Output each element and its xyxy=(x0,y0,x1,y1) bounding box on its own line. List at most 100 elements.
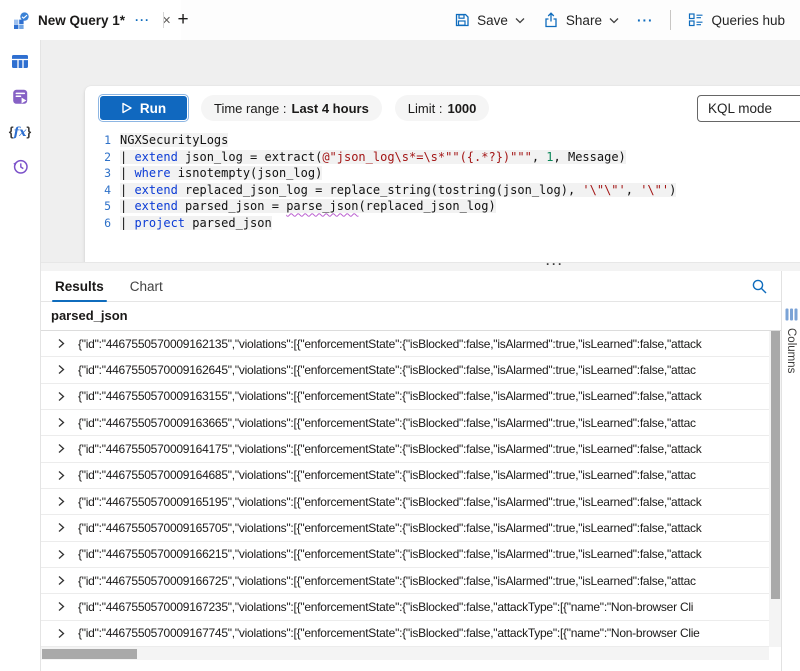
code-token: extend xyxy=(134,150,177,164)
query-grid-icon xyxy=(11,53,29,70)
table-row[interactable]: {"id":"4467550570009162645","violations"… xyxy=(41,357,769,383)
code-token: json_log = extract( xyxy=(178,150,323,164)
sidebar-item-functions[interactable]: {fx} xyxy=(9,121,31,142)
chevron-right-icon[interactable] xyxy=(56,575,66,586)
app-window: New Query 1* ··· ✕ + Save xyxy=(0,0,800,671)
code-line: 2 | extend json_log = extract(@"json_log… xyxy=(85,149,800,166)
queries-hub-icon xyxy=(688,12,704,28)
code-line: 3 | where isnotempty(json_log) xyxy=(85,165,800,182)
code-token: | xyxy=(120,183,134,197)
queries-hub-label: Queries hub xyxy=(711,13,785,28)
share-button[interactable]: Share xyxy=(534,6,628,34)
more-actions-button[interactable]: ··· xyxy=(628,7,663,34)
time-range-value: Last 4 hours xyxy=(292,101,369,116)
save-label: Save xyxy=(477,13,508,28)
code-token: isnotempty(json_log) xyxy=(171,166,323,180)
kql-mode-value: KQL mode xyxy=(708,101,772,116)
functions-icon: {fx} xyxy=(9,124,32,139)
code-line: 5 | extend parsed_json = parse_json(repl… xyxy=(85,198,800,215)
share-icon xyxy=(543,12,559,28)
table-row[interactable]: {"id":"4467550570009162135","violations"… xyxy=(41,331,769,357)
code-token: extend xyxy=(134,183,177,197)
panel-resize-handle[interactable]: ··· xyxy=(41,262,800,271)
table-row[interactable]: {"id":"4467550570009163665","violations"… xyxy=(41,410,769,436)
sidebar-item-history[interactable] xyxy=(9,156,31,177)
table-row[interactable]: {"id":"4467550570009167745","violations"… xyxy=(41,621,769,647)
results-rows: {"id":"4467550570009162135","violations"… xyxy=(41,331,769,647)
history-icon xyxy=(11,157,30,176)
code-token: | xyxy=(120,216,134,230)
code-token: extend xyxy=(134,199,177,213)
row-json-text: {"id":"4467550570009163155","violations"… xyxy=(78,389,702,403)
line-number: 5 xyxy=(85,199,111,213)
columns-panel-button[interactable]: Columns xyxy=(781,271,800,671)
code-text: | where isnotempty(json_log) xyxy=(120,166,322,180)
code-text: | extend parsed_json = parse_json(replac… xyxy=(120,199,496,213)
row-json-text: {"id":"4467550570009163665","violations"… xyxy=(78,416,696,430)
table-row[interactable]: {"id":"4467550570009165195","violations"… xyxy=(41,489,769,515)
limit-value: 1000 xyxy=(447,101,476,116)
code-token: NGXSecurityLogs xyxy=(120,133,228,147)
search-button[interactable] xyxy=(751,278,768,295)
vertical-scrollbar-thumb[interactable] xyxy=(771,331,780,599)
kql-mode-select[interactable]: KQL mode xyxy=(697,95,800,122)
table-row[interactable]: {"id":"4467550570009166725","violations"… xyxy=(41,568,769,594)
adx-logo-icon xyxy=(13,12,30,29)
chevron-down-icon xyxy=(515,17,525,24)
chevron-right-icon[interactable] xyxy=(56,549,66,560)
table-row[interactable]: {"id":"4467550570009163155","violations"… xyxy=(41,384,769,410)
code-token: project xyxy=(134,216,185,230)
queries-hub-button[interactable]: Queries hub xyxy=(679,6,794,34)
sidebar-item-dashboards[interactable] xyxy=(9,86,31,107)
actions-divider xyxy=(670,10,671,30)
run-label: Run xyxy=(140,101,166,116)
new-tab-button[interactable]: + xyxy=(170,7,196,33)
chevron-right-icon[interactable] xyxy=(56,628,66,639)
sidebar-item-query[interactable] xyxy=(9,51,31,72)
tab-results[interactable]: Results xyxy=(55,271,104,301)
table-row[interactable]: {"id":"4467550570009166215","violations"… xyxy=(41,542,769,568)
horizontal-scrollbar-thumb[interactable] xyxy=(42,649,137,659)
chevron-down-icon xyxy=(609,17,619,24)
time-range-pill[interactable]: Time range : Last 4 hours xyxy=(201,95,382,121)
time-range-label: Time range : xyxy=(214,101,287,116)
topbar-actions: Save Share ··· xyxy=(445,0,794,40)
code-token: where xyxy=(134,166,170,180)
code-line: 4 | extend replaced_json_log = replace_s… xyxy=(85,182,800,199)
code-token: 1 xyxy=(546,150,553,164)
share-label: Share xyxy=(566,13,602,28)
chevron-right-icon[interactable] xyxy=(56,470,66,481)
vertical-scrollbar[interactable] xyxy=(769,331,781,647)
row-json-text: {"id":"4467550570009166215","violations"… xyxy=(78,547,702,561)
limit-pill[interactable]: Limit : 1000 xyxy=(395,95,490,121)
chevron-right-icon[interactable] xyxy=(56,338,66,349)
horizontal-scrollbar[interactable] xyxy=(41,647,769,660)
table-row[interactable]: {"id":"4467550570009164175","violations"… xyxy=(41,436,769,462)
run-button[interactable]: Run xyxy=(99,95,188,121)
code-token: replaced_json_log = replace_string(tostr… xyxy=(178,183,583,197)
save-button[interactable]: Save xyxy=(445,6,534,34)
code-text: | extend json_log = extract(@"json_log\s… xyxy=(120,150,626,164)
chevron-right-icon[interactable] xyxy=(56,601,66,612)
left-sidebar: {fx} xyxy=(0,40,41,671)
table-row[interactable]: {"id":"4467550570009167235","violations"… xyxy=(41,594,769,620)
code-token: , xyxy=(532,150,546,164)
chevron-right-icon[interactable] xyxy=(56,522,66,533)
query-toolbar: Run Time range : Last 4 hours Limit : 10… xyxy=(99,94,800,122)
chevron-right-icon[interactable] xyxy=(56,391,66,402)
query-tab[interactable]: New Query 1* ··· ✕ xyxy=(0,0,181,40)
row-json-text: {"id":"4467550570009167745","violations"… xyxy=(78,626,700,640)
chevron-right-icon[interactable] xyxy=(56,443,66,454)
table-row[interactable]: {"id":"4467550570009165705","violations"… xyxy=(41,515,769,541)
table-row[interactable]: {"id":"4467550570009164685","violations"… xyxy=(41,463,769,489)
editor-pane-background: Run Time range : Last 4 hours Limit : 10… xyxy=(41,40,800,271)
chevron-right-icon[interactable] xyxy=(56,417,66,428)
tab-chart[interactable]: Chart xyxy=(130,271,163,301)
column-header-parsed-json[interactable]: parsed_json xyxy=(41,302,781,331)
chevron-right-icon[interactable] xyxy=(56,364,66,375)
tab-more-icon[interactable]: ··· xyxy=(135,13,150,27)
query-editor[interactable]: 1 NGXSecurityLogs 2 | extend json_log = … xyxy=(85,132,800,231)
code-line: 1 NGXSecurityLogs xyxy=(85,132,800,149)
code-token: , xyxy=(626,183,640,197)
chevron-right-icon[interactable] xyxy=(56,496,66,507)
